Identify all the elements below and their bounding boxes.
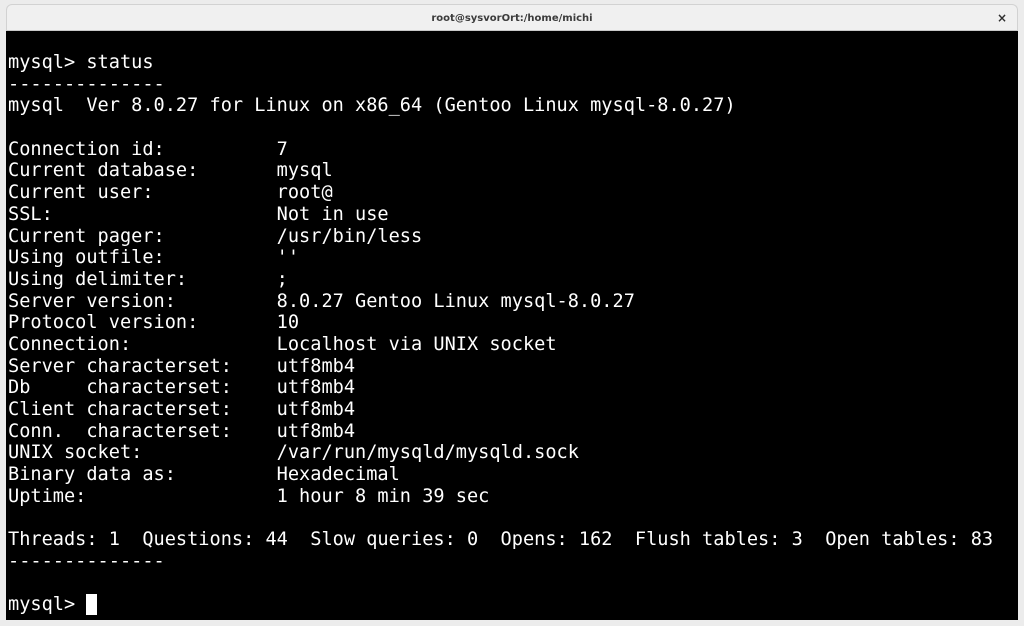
close-icon[interactable]: × [993, 9, 1011, 27]
terminal-line: Using outfile: '' [8, 247, 300, 269]
text-cursor [86, 594, 98, 616]
mysql-prompt: mysql> [8, 594, 87, 616]
terminal-text: mysql> status -------------- mysql Ver 8.0… [8, 52, 993, 616]
prompt-line[interactable]: mysql> [8, 594, 993, 616]
terminal-line: Server characterset: utf8mb4 [8, 355, 356, 377]
terminal-window: root@sysvorOrt:/home/michi × mysql> stat… [0, 0, 1024, 626]
terminal-line: Connection: Localhost via UNIX socket [8, 333, 557, 355]
terminal-line: mysql Ver 8.0.27 for Linux on x86_64 (Ge… [8, 95, 736, 117]
terminal-line: UNIX socket: /var/run/mysqld/mysqld.sock [8, 442, 579, 464]
terminal-line: -------------- [8, 550, 165, 572]
terminal-line: Current database: mysql [8, 160, 333, 182]
terminal-line: Protocol version: 10 [8, 312, 300, 334]
terminal-line: Db characterset: utf8mb4 [8, 377, 356, 399]
terminal-line: Using delimiter: ; [8, 268, 288, 290]
terminal-line: Conn. characterset: utf8mb4 [8, 420, 356, 442]
terminal-line: Current pager: /usr/bin/less [8, 225, 423, 247]
terminal-line: -------------- [8, 73, 165, 95]
terminal-line: Binary data as: Hexadecimal [8, 464, 400, 486]
terminal-line: Connection id: 7 [8, 138, 288, 160]
terminal-line: SSL: Not in use [8, 203, 389, 225]
terminal-line: Client characterset: utf8mb4 [8, 399, 356, 420]
terminal-line: Server version: 8.0.27 Gentoo Linux mysq… [8, 290, 635, 312]
title-bar[interactable]: root@sysvorOrt:/home/michi × [6, 4, 1018, 31]
terminal-line: Current user: root@ [8, 182, 333, 204]
window-title: root@sysvorOrt:/home/michi [431, 13, 593, 24]
terminal-output-area[interactable]: mysql> status -------------- mysql Ver 8.0… [6, 31, 1018, 620]
terminal-line: mysql> status [8, 52, 154, 73]
terminal-line: Threads: 1 Questions: 44 Slow queries: 0… [8, 529, 994, 551]
terminal-line: Uptime: 1 hour 8 min 39 sec [8, 485, 490, 507]
